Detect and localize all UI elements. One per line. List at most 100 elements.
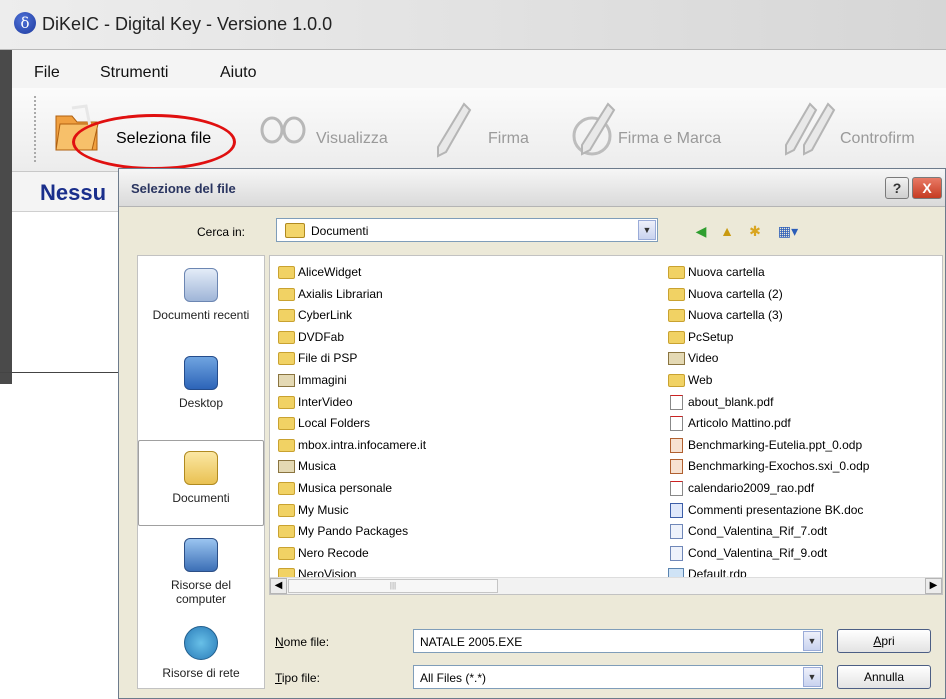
file-list-item[interactable]: Nero Recode xyxy=(278,543,426,565)
file-list-item[interactable]: Commenti presentazione BK.doc xyxy=(668,500,869,522)
sign-button[interactable]: Firma xyxy=(432,98,552,162)
odt-file-icon xyxy=(670,524,683,540)
file-list-item[interactable]: Nuova cartella (3) xyxy=(668,305,869,327)
file-list-item[interactable]: InterVideo xyxy=(278,392,426,414)
folder-icon xyxy=(668,373,685,387)
folder-icon xyxy=(668,352,685,366)
file-list-item[interactable]: Immagini xyxy=(278,370,426,392)
glasses-icon xyxy=(260,116,306,144)
place-network[interactable]: Risorse di rete xyxy=(138,626,264,680)
file-list-item[interactable]: AliceWidget xyxy=(278,262,426,284)
highlight-annotation-ring xyxy=(72,114,236,170)
file-name: mbox.intra.infocamere.it xyxy=(298,437,427,452)
chevron-down-icon[interactable]: ▼ xyxy=(803,667,821,687)
file-name: Commenti presentazione BK.doc xyxy=(688,502,864,517)
view-label: Visualizza xyxy=(316,130,388,147)
place-label: Documenti recenti xyxy=(152,308,250,322)
folder-icon xyxy=(668,309,685,323)
toolbar-grip xyxy=(34,96,36,162)
menu-file[interactable]: File xyxy=(34,64,60,82)
file-list-item[interactable]: DVDFab xyxy=(278,327,426,349)
file-list-item[interactable]: Nuova cartella xyxy=(668,262,869,284)
double-pen-icon xyxy=(785,102,836,156)
file-name: File di PSP xyxy=(298,351,358,366)
file-list-item[interactable]: Web xyxy=(668,370,869,392)
folder-icon xyxy=(668,287,685,301)
dialog-titlebar[interactable]: Selezione del file ? X xyxy=(119,169,945,207)
desktop-icon xyxy=(184,356,218,390)
file-name: Axialis Librarian xyxy=(298,286,383,301)
computer-icon xyxy=(184,538,218,572)
file-list-item[interactable]: My Music xyxy=(278,500,426,522)
file-name: Video xyxy=(688,351,719,366)
file-name: PcSetup xyxy=(688,329,734,344)
pen-icon xyxy=(437,102,472,158)
countersign-button[interactable]: Controfirm xyxy=(782,98,946,162)
folder-icon xyxy=(278,460,295,474)
place-documents[interactable]: Documenti xyxy=(138,440,264,526)
filetype-select[interactable]: All Files (*.*) ▼ xyxy=(413,665,823,689)
back-arrow-icon[interactable]: ◀ xyxy=(691,221,711,241)
view-button[interactable]: Visualizza xyxy=(254,98,404,162)
chevron-down-icon[interactable]: ▼ xyxy=(803,631,821,651)
close-button[interactable]: X xyxy=(912,177,942,199)
folder-icon xyxy=(278,309,295,323)
file-name: CyberLink xyxy=(298,308,353,323)
file-list-item[interactable]: Articolo Mattino.pdf xyxy=(668,413,869,435)
file-name: Nuova cartella (3) xyxy=(688,308,783,323)
scrollbar-thumb[interactable]: ||| xyxy=(288,579,498,593)
file-list-item[interactable]: Local Folders xyxy=(278,413,426,435)
scroll-left-icon[interactable]: ◀ xyxy=(270,578,287,594)
menu-strumenti[interactable]: Strumenti xyxy=(100,64,168,82)
file-name: My Pando Packages xyxy=(298,524,409,539)
menu-aiuto[interactable]: Aiuto xyxy=(220,64,256,82)
help-button[interactable]: ? xyxy=(885,177,909,199)
folder-icon xyxy=(278,503,295,517)
file-list-item[interactable]: Benchmarking-Eutelia.ppt_0.odp xyxy=(668,435,869,457)
file-list-item[interactable]: My Pando Packages xyxy=(278,521,426,543)
view-menu-icon[interactable]: ▦▾ xyxy=(773,221,803,241)
file-list-item[interactable]: calendario2009_rao.pdf xyxy=(668,478,869,500)
up-folder-icon[interactable]: ▲ xyxy=(717,221,737,241)
lookin-dropdown[interactable]: Documenti ▼ xyxy=(276,218,658,242)
file-dialog: Selezione del file ? X Cerca in: Documen… xyxy=(118,168,946,699)
cancel-button[interactable]: Annulla xyxy=(837,665,931,689)
pdf-file-icon xyxy=(670,394,683,410)
new-folder-icon[interactable]: ✱ xyxy=(745,221,765,241)
place-label: Risorse del computer xyxy=(170,578,232,606)
file-list-item[interactable]: Video xyxy=(668,348,869,370)
file-list-item[interactable]: Axialis Librarian xyxy=(278,284,426,306)
filename-field[interactable]: NATALE 2005.EXE ▼ xyxy=(413,629,823,653)
file-list-item[interactable]: Musica personale xyxy=(278,478,426,500)
sign-stamp-label: Firma e Marca xyxy=(618,130,722,147)
file-list-item[interactable]: about_blank.pdf xyxy=(668,392,869,414)
file-list-item[interactable]: PcSetup xyxy=(668,327,869,349)
app-titlebar[interactable]: δ DiKeIC - Digital Key - Versione 1.0.0 xyxy=(0,0,946,50)
place-my-computer[interactable]: Risorse del computer xyxy=(138,538,264,606)
file-name: Benchmarking-Eutelia.ppt_0.odp xyxy=(688,437,863,452)
file-name: Musica personale xyxy=(298,480,393,495)
file-name: calendario2009_rao.pdf xyxy=(688,480,815,495)
chevron-down-icon[interactable]: ▼ xyxy=(638,220,656,240)
file-list-item[interactable]: Nuova cartella (2) xyxy=(668,284,869,306)
file-list-item[interactable]: Cond_Valentina_Rif_7.odt xyxy=(668,521,869,543)
horizontal-scrollbar[interactable]: ◀ ||| ▶ xyxy=(270,577,942,594)
file-list-item[interactable]: File di PSP xyxy=(278,348,426,370)
status-text: Nessu xyxy=(40,180,107,205)
scroll-right-icon[interactable]: ▶ xyxy=(925,578,942,594)
file-list-item[interactable]: Musica xyxy=(278,456,426,478)
place-label: Risorse di rete xyxy=(162,666,240,680)
sign-stamp-button[interactable]: Firma e Marca xyxy=(568,98,758,162)
folder-icon xyxy=(278,525,295,539)
file-list-item[interactable]: CyberLink xyxy=(278,305,426,327)
filename-label: Nome file: xyxy=(275,635,330,649)
place-recent-documents[interactable]: Documenti recenti xyxy=(138,268,264,322)
place-desktop[interactable]: Desktop xyxy=(138,356,264,410)
file-list-item[interactable]: Benchmarking-Exochos.sxi_0.odp xyxy=(668,456,869,478)
open-button[interactable]: Apri xyxy=(837,629,931,653)
place-label: Documenti xyxy=(172,491,230,505)
file-name: Cond_Valentina_Rif_9.odt xyxy=(688,545,828,560)
file-list-item[interactable]: mbox.intra.infocamere.it xyxy=(278,435,426,457)
file-list-item[interactable]: Cond_Valentina_Rif_9.odt xyxy=(668,543,869,565)
network-icon xyxy=(184,626,218,660)
